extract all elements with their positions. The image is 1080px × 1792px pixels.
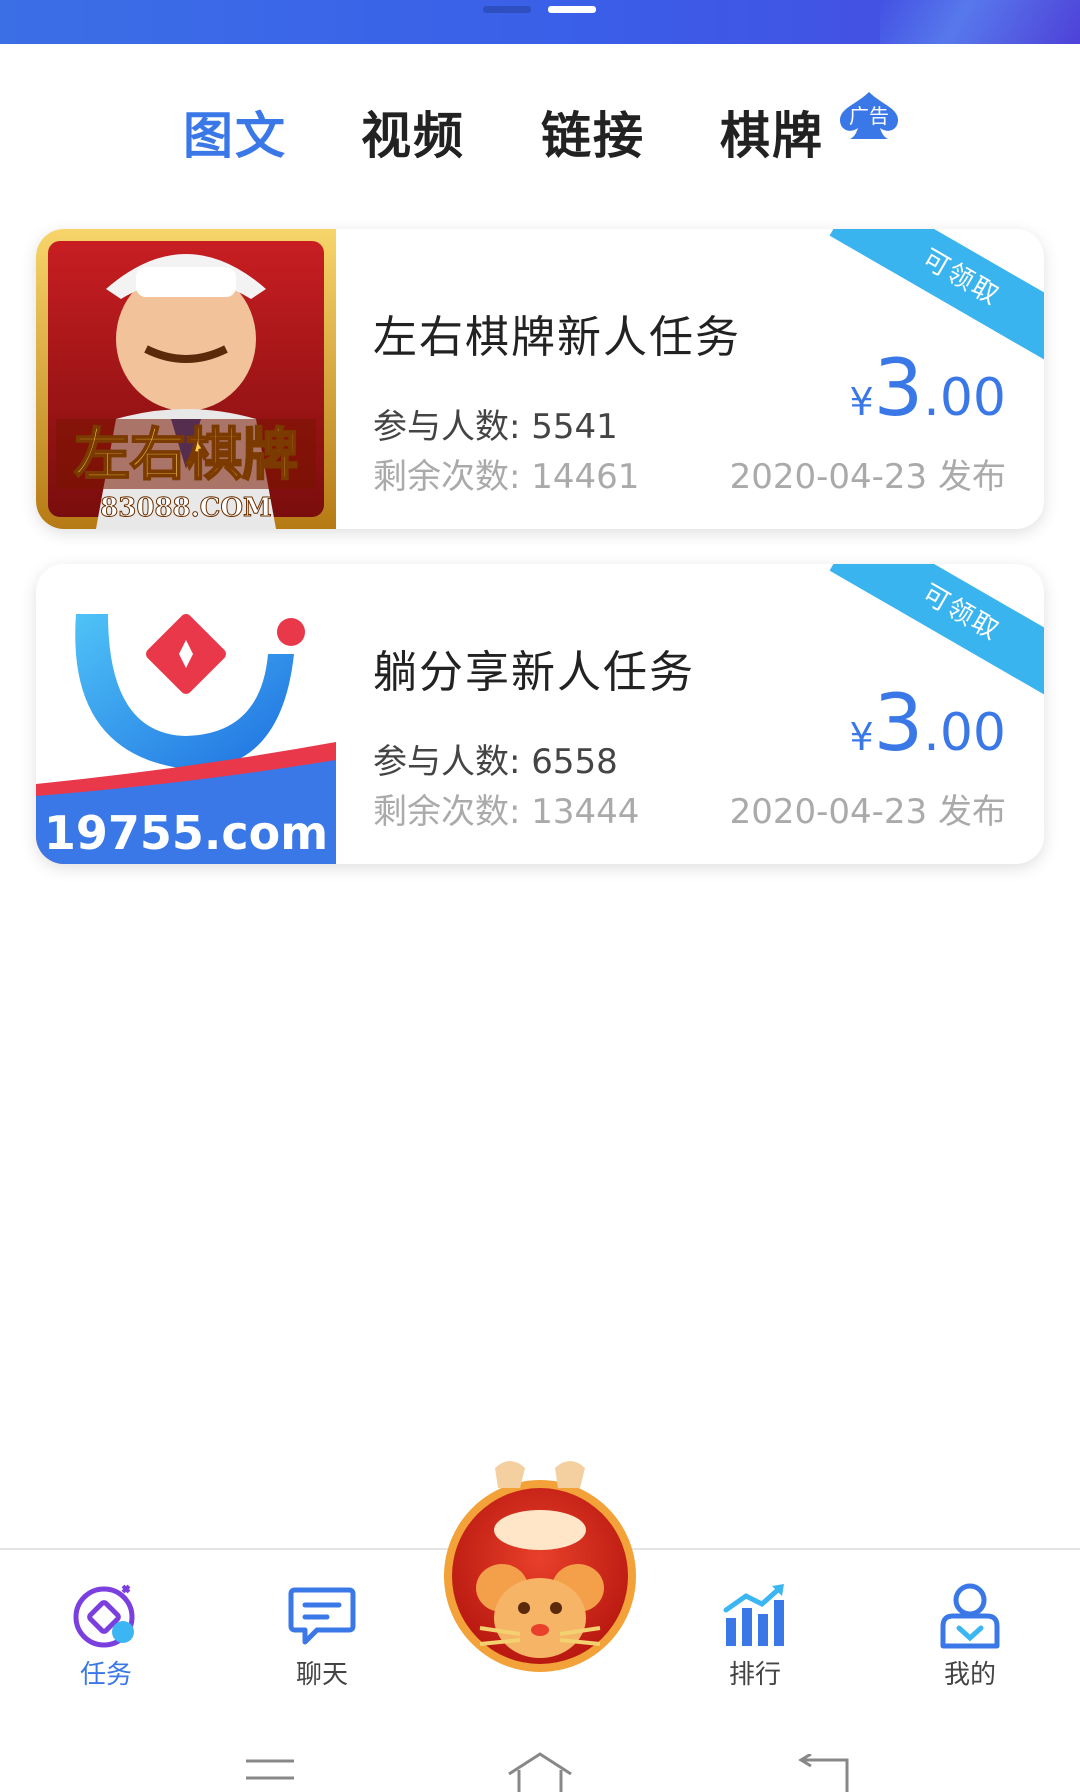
task-reward: ¥3.00 (849, 344, 1006, 434)
mouse-mascot-icon (444, 1461, 636, 1672)
nav-chat-label: 聊天 (295, 1660, 348, 1690)
nav-chat[interactable]: 聊天 (252, 1580, 392, 1691)
category-tabs: 图文 视频 链接 棋牌 广告 (0, 44, 1080, 214)
ad-badge: 广告 (836, 90, 902, 140)
home-icon[interactable] (505, 1750, 575, 1792)
nav-profile[interactable]: 我的 (900, 1580, 1040, 1691)
task-card[interactable]: 19755.com 可领取 躺分享新人任务 参与人数: 6558 剩余次数: 1… (36, 564, 1044, 864)
banner-indicator-dot (483, 6, 531, 13)
profile-icon (935, 1580, 1005, 1650)
nav-profile-label: 我的 (943, 1660, 996, 1690)
ad-badge-label: 广告 (849, 104, 889, 128)
tab-video[interactable]: 视频 (361, 96, 465, 168)
nav-ranking[interactable]: 排行 (685, 1580, 825, 1691)
price-decimal: .00 (923, 368, 1006, 428)
task-reward: ¥3.00 (849, 679, 1006, 769)
remaining-count: 剩余次数: 14461 (373, 457, 640, 497)
task-title: 躺分享新人任务 (373, 647, 695, 698)
price-integer: 3 (873, 344, 924, 434)
price-integer: 3 (873, 679, 924, 769)
chat-icon (287, 1580, 357, 1650)
thumbnail-logo-text: 19755.com (44, 806, 328, 860)
banner-indicator-dot-active (548, 6, 596, 13)
task-title: 左右棋牌新人任务 (373, 312, 741, 363)
tab-link[interactable]: 链接 (541, 96, 645, 168)
publish-date: 2020-04-23 发布 (729, 457, 1006, 497)
tab-image-text[interactable]: 图文 (183, 96, 287, 168)
nav-ranking-label: 排行 (728, 1660, 781, 1690)
currency-symbol: ¥ (849, 715, 874, 759)
system-navigation-bar (0, 1698, 1080, 1792)
remaining-count: 剩余次数: 13444 (373, 792, 640, 832)
nav-task-label: 任务 (79, 1660, 132, 1690)
participant-count: 参与人数: 6558 (373, 742, 618, 782)
tab-chess-cards[interactable]: 棋牌 (720, 96, 824, 168)
back-icon[interactable] (795, 1754, 851, 1792)
price-decimal: .00 (923, 703, 1006, 763)
menu-icon[interactable] (244, 1758, 296, 1784)
center-mascot-button[interactable] (440, 1458, 640, 1678)
banner-decoration (880, 0, 1080, 44)
task-icon (71, 1580, 141, 1650)
task-card[interactable]: 左右棋牌 83088.COM 可领取 左右棋牌新人任务 参与人数: 5541 剩… (36, 229, 1044, 529)
publish-date: 2020-04-23 发布 (729, 792, 1006, 832)
top-banner[interactable] (0, 0, 1080, 44)
currency-symbol: ¥ (849, 380, 874, 424)
ranking-icon (720, 1580, 790, 1650)
thumbnail-logo-text: 左右棋牌 (74, 422, 298, 488)
nav-task[interactable]: 任务 (36, 1580, 176, 1691)
task-thumbnail: 19755.com (36, 564, 336, 864)
thumbnail-logo-subtext: 83088.COM (100, 493, 272, 523)
task-thumbnail: 左右棋牌 83088.COM (36, 229, 336, 529)
participant-count: 参与人数: 5541 (373, 407, 618, 447)
